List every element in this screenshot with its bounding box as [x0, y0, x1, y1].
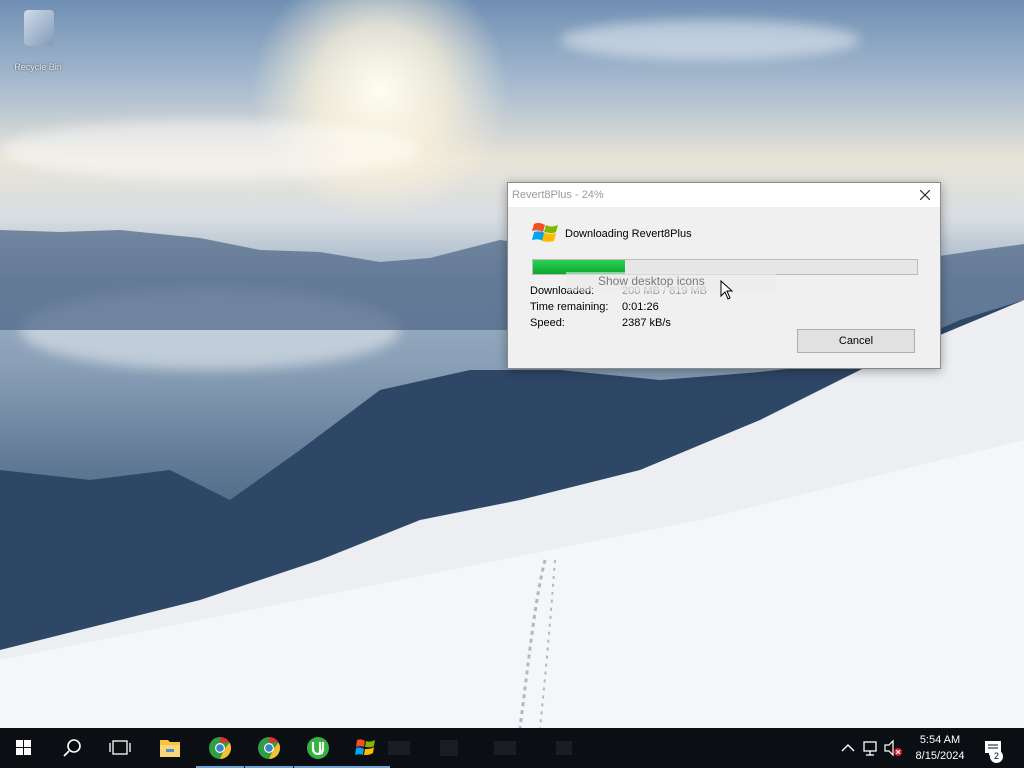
volume-tray-button[interactable]	[882, 728, 904, 768]
windows-flag-icon	[355, 739, 375, 755]
start-icon	[16, 740, 31, 755]
close-icon	[919, 189, 931, 201]
clock-time: 5:54 AM	[919, 734, 961, 746]
chrome-icon	[258, 737, 280, 759]
time-remaining-label: Time remaining:	[530, 301, 609, 313]
notification-count-badge: 2	[990, 750, 1003, 763]
show-desktop-icons-tooltip: Show desktop icons	[566, 272, 776, 291]
file-explorer-icon	[160, 740, 180, 757]
speed-label: Speed:	[530, 317, 565, 329]
volume-muted-icon	[884, 739, 902, 757]
mouse-cursor-icon	[720, 280, 734, 300]
start-button[interactable]	[0, 728, 48, 768]
taskbar-placeholder	[440, 740, 458, 756]
search-button[interactable]	[48, 728, 96, 768]
taskbar-chrome-1[interactable]	[196, 728, 244, 768]
show-hidden-icons-button[interactable]	[838, 728, 858, 768]
taskbar: 5:54 AM 8/15/2024	[0, 728, 1024, 768]
search-icon	[63, 739, 81, 757]
task-view-button[interactable]	[96, 728, 144, 768]
network-tray-button[interactable]	[860, 728, 882, 768]
desktop-icon-recycle-bin[interactable]: Recycle Bin	[6, 6, 70, 76]
dialog-title: Revert8Plus - 24%	[512, 189, 604, 201]
taskbar-placeholder	[494, 741, 516, 755]
clock-date: 8/15/2024	[915, 750, 965, 762]
taskbar-file-explorer[interactable]	[146, 728, 194, 768]
task-view-icon	[109, 740, 131, 755]
taskbar-clock[interactable]: 5:54 AM 8/15/2024	[906, 732, 974, 764]
speed-value: 2387 kB/s	[622, 317, 671, 329]
utorrent-icon	[307, 737, 329, 759]
taskbar-placeholder	[388, 741, 410, 755]
windows-flag-icon	[532, 222, 558, 242]
taskbar-utorrent[interactable]	[294, 728, 342, 768]
close-button[interactable]	[910, 183, 940, 207]
taskbar-placeholder	[556, 741, 572, 755]
recycle-bin-icon	[24, 10, 54, 46]
taskbar-chrome-2[interactable]	[245, 728, 293, 768]
desktop-icon-label: Recycle Bin	[14, 62, 62, 72]
taskbar-revert8plus[interactable]	[342, 728, 390, 768]
time-remaining-value: 0:01:26	[622, 301, 659, 313]
dialog-titlebar[interactable]: Revert8Plus - 24%	[508, 183, 940, 207]
cancel-button[interactable]: Cancel	[797, 329, 915, 353]
network-icon	[863, 741, 877, 756]
download-heading: Downloading Revert8Plus	[565, 228, 692, 240]
chevron-up-icon	[841, 744, 855, 752]
chrome-icon	[209, 737, 231, 759]
